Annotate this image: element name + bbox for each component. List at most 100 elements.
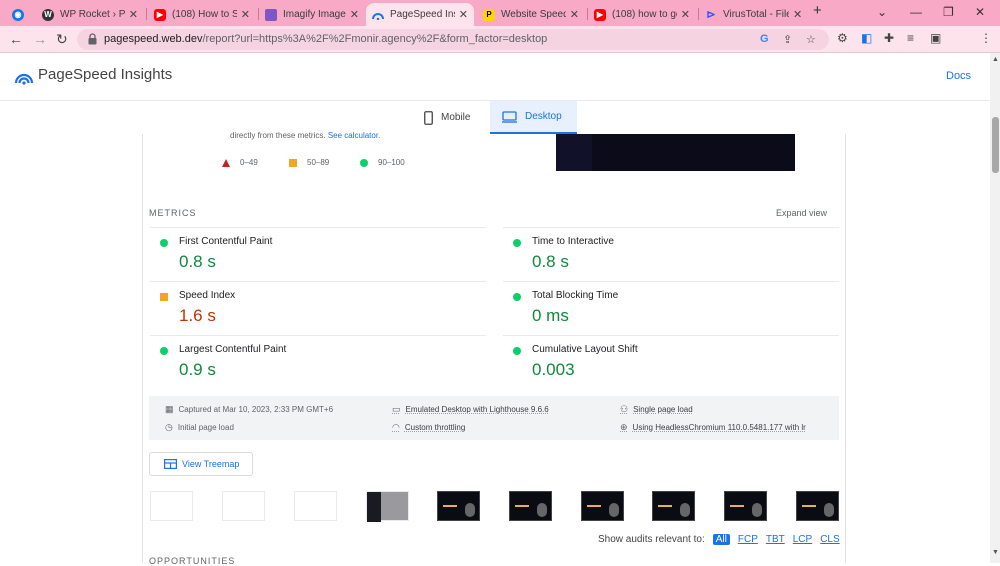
close-icon[interactable]: ✕ [681, 8, 690, 21]
metric-label: Speed Index [179, 290, 236, 301]
opportunities-heading: OPPORTUNITIES [149, 556, 236, 566]
scrollbar-thumb[interactable] [992, 117, 999, 173]
tab-imagify[interactable]: Imagify Image O ✕ [259, 3, 365, 26]
tab-title: VirusTotal - File [723, 9, 789, 20]
back-button[interactable]: ← [9, 31, 23, 47]
desktop-icon: ▭ [392, 404, 401, 414]
scroll-down-icon[interactable]: ▼ [992, 549, 999, 556]
pagespeed-logo-icon [14, 73, 34, 85]
filmstrip-frame [150, 491, 193, 521]
expand-view-toggle[interactable]: Expand view [776, 208, 827, 218]
close-icon[interactable]: ✕ [241, 8, 250, 21]
globe-icon: ⊕ [620, 422, 628, 432]
close-icon[interactable]: ✕ [459, 8, 468, 21]
legend-average: 50–89 [289, 158, 329, 167]
filter-chip-tbt[interactable]: TBT [766, 534, 785, 545]
tab-desktop[interactable]: Desktop [490, 101, 577, 134]
close-icon[interactable]: ✕ [570, 8, 579, 21]
new-tab-button[interactable]: + [813, 2, 822, 19]
metric-value: 0.8 s [532, 252, 569, 271]
tab-mobile[interactable]: Mobile [412, 101, 490, 134]
tab-title: PageSpeed Insig [390, 9, 455, 20]
filter-chip-lcp[interactable]: LCP [793, 534, 812, 545]
chrome-icon: ◉ [12, 8, 24, 21]
filmstrip-frame [222, 491, 265, 521]
minimize-button[interactable]: — [910, 5, 922, 19]
browser-info[interactable]: ⊕ Using HeadlessChromium 110.0.5481.177 … [620, 422, 826, 433]
image-icon [265, 8, 277, 21]
metric-label: Time to Interactive [532, 236, 614, 247]
sidepanel-icon[interactable]: ▣ [930, 31, 941, 45]
pagespeed-icon [372, 9, 384, 21]
address-bar[interactable]: pagespeed.web.dev/report?url=https%3A%2F… [77, 29, 829, 50]
filter-chip-all[interactable]: All [712, 534, 730, 545]
close-icon[interactable]: ✕ [129, 8, 138, 21]
metrics-heading: METRICS [149, 208, 197, 218]
legend-fail: 0–49 [222, 158, 258, 167]
lock-icon [88, 33, 97, 45]
page-scrollbar[interactable]: ▲ ▼ [990, 53, 1000, 563]
tab-search-button[interactable]: ◉ [6, 3, 34, 26]
docs-link[interactable]: Docs [946, 70, 971, 82]
metric-value: 0.8 s [179, 252, 216, 271]
forward-button[interactable]: → [33, 31, 47, 47]
calculator-link[interactable]: See calculator. [328, 131, 380, 140]
tab-title: (108) how to ge [612, 9, 677, 20]
psi-header: PageSpeed Insights Docs [0, 53, 990, 101]
media-icon[interactable]: ≡ [907, 31, 914, 45]
share-icon[interactable]: ⇪ [783, 33, 792, 46]
throttling-info[interactable]: ◠ Custom throttling [392, 422, 465, 433]
metric-cls: Cumulative Layout Shift 0.003 [503, 335, 839, 389]
page-title: PageSpeed Insights [38, 66, 173, 83]
youtube-icon: ▶ [594, 8, 606, 21]
filmstrip-frame [437, 491, 480, 521]
filmstrip-frame [724, 491, 767, 521]
filter-chip-cls[interactable]: CLS [820, 534, 839, 545]
metric-label: Cumulative Layout Shift [532, 344, 638, 355]
close-window-button[interactable]: ✕ [975, 5, 985, 19]
tab-title: (108) How to Sc [172, 9, 237, 20]
metric-label: Total Blocking Time [532, 290, 619, 301]
browser-tab-strip: ◉ W WP Rocket › Per ✕ ▶ (108) How to Sc … [0, 0, 1000, 26]
filmstrip-frame [509, 491, 552, 521]
view-treemap-button[interactable]: View Treemap [149, 452, 253, 476]
kebab-menu-icon[interactable]: ⋮ [980, 31, 992, 45]
google-icon[interactable]: G [760, 33, 769, 45]
close-icon[interactable]: ✕ [793, 8, 802, 21]
tab-youtube-1[interactable]: ▶ (108) How to Sc ✕ [148, 3, 256, 26]
calculator-note: directly from these metrics. See calcula… [230, 131, 381, 140]
tab-website-speed[interactable]: P Website Speed ✕ [477, 3, 585, 26]
tab-wp-rocket[interactable]: W WP Rocket › Per ✕ [36, 3, 144, 26]
url-text: pagespeed.web.dev/report?url=https%3A%2F… [104, 33, 548, 45]
extension-icon[interactable]: ⚙ [837, 31, 848, 45]
triangle-icon [222, 158, 230, 167]
reload-button[interactable]: ↻ [56, 31, 68, 48]
circle-icon [160, 347, 168, 355]
restore-button[interactable]: ❐ [943, 5, 954, 19]
translate-icon[interactable]: ◧ [861, 31, 872, 45]
chevron-down-icon[interactable]: ⌄ [877, 5, 887, 19]
emulated-info[interactable]: ▭ Emulated Desktop with Lighthouse 9.6.6 [392, 404, 549, 415]
filmstrip-frame [294, 491, 337, 521]
desktop-icon [502, 110, 517, 123]
filter-chip-fcp[interactable]: FCP [738, 534, 758, 545]
treemap-icon [164, 459, 177, 469]
puzzle-icon[interactable]: ✚ [884, 31, 894, 45]
timer-icon: ◷ [165, 422, 173, 432]
device-tabs: Mobile Desktop [0, 101, 990, 134]
close-icon[interactable]: ✕ [350, 8, 359, 21]
tab-youtube-2[interactable]: ▶ (108) how to ge ✕ [588, 3, 696, 26]
wordpress-icon: W [42, 8, 54, 21]
circle-icon [160, 239, 168, 247]
tab-virustotal[interactable]: ⊳ VirusTotal - File ✕ [699, 3, 809, 26]
metric-value: 1.6 s [179, 306, 216, 325]
circle-icon [513, 293, 521, 301]
metric-tti: Time to Interactive 0.8 s [503, 227, 839, 281]
circle-icon [360, 158, 368, 167]
scroll-up-icon[interactable]: ▲ [992, 56, 999, 63]
single-load-info[interactable]: ⚇ Single page load [620, 404, 693, 415]
star-icon[interactable]: ☆ [806, 33, 816, 46]
browser-toolbar: ← → ↻ pagespeed.web.dev/report?url=https… [0, 26, 1000, 74]
initial-load-info: ◷ Initial page load [165, 422, 234, 432]
tab-pagespeed[interactable]: PageSpeed Insig ✕ [366, 3, 474, 26]
